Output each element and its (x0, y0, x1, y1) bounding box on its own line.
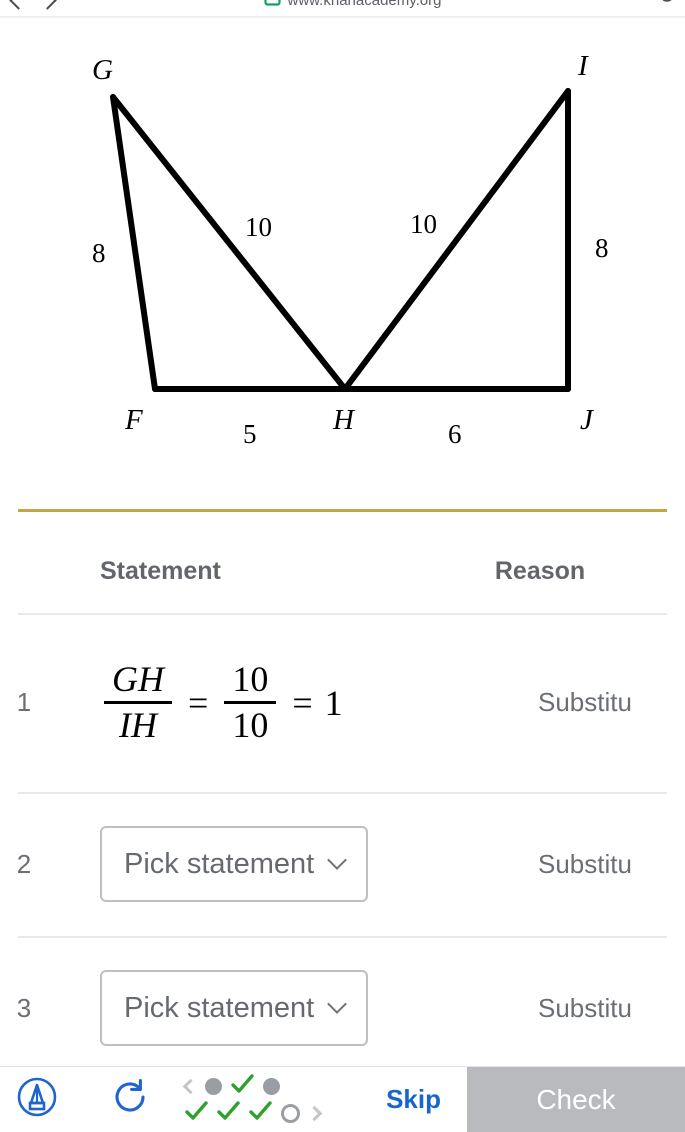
statement-cell: Pick statement (48, 970, 538, 1046)
bottom-action-bar: Skip Check (0, 1066, 685, 1132)
pick-statement-dropdown-3[interactable]: Pick statement (100, 970, 369, 1046)
fraction-denominator: IH (119, 704, 157, 745)
progress-check-icon[interactable] (231, 1073, 254, 1099)
equation-expression: GH IH = 10 10 = 1 (100, 658, 343, 748)
side-label-IH: 10 (410, 209, 437, 239)
side-label-IJ: 8 (595, 233, 609, 263)
row-number: 2 (16, 848, 32, 879)
fraction-ten-over-ten: 10 10 (224, 658, 277, 748)
chevron-right-icon[interactable] (306, 1105, 323, 1121)
browser-menu[interactable] (651, 0, 673, 13)
equals-sign-1: = (188, 682, 209, 723)
address-field[interactable]: www.khanacademy.org (54, 0, 651, 11)
triangles-diagram-svg: G I F H J 8 10 10 8 5 6 (92, 50, 609, 449)
pick-statement-dropdown-2[interactable]: Pick statement (100, 826, 369, 902)
table-row: 3 Pick statement Substitu (0, 936, 685, 1066)
segment-IH (342, 88, 571, 392)
vertex-label-H: H (332, 404, 356, 436)
back-icon[interactable] (9, 0, 28, 10)
equation-result: 1 (324, 682, 343, 723)
browser-url-bar: www.khanacademy.org (0, 0, 685, 16)
reason-cell: Substitu (538, 687, 632, 717)
progress-check-icon[interactable] (185, 1100, 208, 1126)
fraction-denominator: 10 (232, 704, 269, 745)
browser-nav-controls (9, 0, 57, 10)
table-row: 2 Pick statement Substitu (0, 792, 685, 936)
equals-sign-2: = (292, 682, 313, 723)
skip-button[interactable]: Skip (386, 1084, 441, 1115)
reset-button[interactable] (111, 1077, 151, 1122)
vertex-label-G: G (92, 54, 113, 86)
side-label-HJ: 6 (448, 419, 462, 449)
khan-academy-proof-exercise: www.khanacademy.org G I F H J 8 10 10 8 … (0, 0, 685, 1132)
column-header-reason: Reason (494, 556, 586, 585)
side-label-GH: 10 (245, 212, 272, 242)
progress-check-icon[interactable] (249, 1100, 272, 1126)
dropdown-label: Pick statement (124, 847, 315, 880)
table-row: 1 GH IH = 10 10 = 1 Substitu (0, 613, 685, 792)
vertex-label-J: J (580, 404, 594, 436)
fraction-numerator: GH (112, 658, 164, 699)
compass-tool-icon (16, 1076, 58, 1123)
geometry-figure: G I F H J 8 10 10 8 5 6 (0, 19, 685, 489)
progress-dot-icon[interactable] (263, 1077, 280, 1095)
compass-tool-button[interactable] (16, 1076, 58, 1123)
column-header-statement: Statement (100, 556, 221, 585)
fraction-gh-over-ih: GH IH (104, 658, 172, 748)
chevron-down-icon (327, 850, 348, 870)
reason-cell: Substitu (538, 848, 632, 879)
lock-icon (263, 0, 281, 11)
row-number: 1 (16, 687, 32, 717)
more-options-icon[interactable] (651, 0, 673, 13)
progress-row-top (182, 1073, 320, 1099)
progress-check-icon[interactable] (217, 1100, 240, 1126)
side-label-GF: 8 (92, 238, 106, 268)
progress-current-ring-icon[interactable] (281, 1103, 300, 1123)
proof-table-header: Statement Reason (0, 541, 685, 601)
gold-divider (18, 509, 667, 512)
statement-cell: Pick statement (48, 826, 538, 902)
vertex-label-F: F (124, 404, 143, 436)
chevron-down-icon (327, 994, 348, 1014)
fraction-numerator: 10 (232, 658, 269, 699)
statement-cell: GH IH = 10 10 = 1 (48, 658, 538, 748)
reset-refresh-icon (111, 1077, 151, 1122)
reason-cell: Substitu (538, 992, 632, 1023)
progress-row-bottom (185, 1100, 323, 1126)
progress-dot-icon[interactable] (205, 1077, 222, 1095)
row-number: 3 (16, 992, 32, 1023)
dropdown-label: Pick statement (124, 991, 315, 1024)
vertex-label-I: I (577, 50, 589, 82)
proof-table: Statement Reason 1 GH IH = 10 10 = 1 Sub… (0, 489, 685, 1066)
progress-indicator (182, 1073, 323, 1126)
url-text: www.khanacademy.org (287, 0, 442, 9)
check-button[interactable]: Check (467, 1066, 685, 1132)
chevron-left-icon[interactable] (182, 1078, 199, 1094)
side-label-FH: 5 (243, 419, 257, 449)
